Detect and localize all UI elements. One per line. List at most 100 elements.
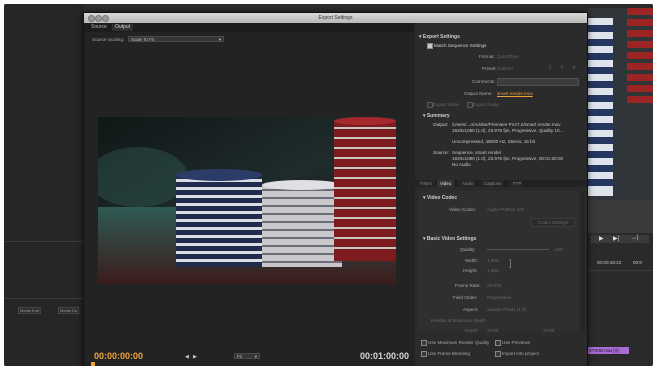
max-render-quality-label: Use Maximum Render Quality: [428, 340, 490, 345]
tab-output[interactable]: Output: [112, 24, 134, 31]
export-video-label: Export Video: [433, 102, 460, 107]
tab-video[interactable]: Video: [437, 180, 456, 187]
import-into-project-label: Import into project: [502, 351, 539, 356]
divider: [4, 298, 84, 299]
timeline-clip[interactable]: VTXHD.mov [V]: [587, 347, 629, 354]
height-label: Height:: [463, 268, 478, 273]
media-duration-column[interactable]: Media Du: [58, 307, 80, 314]
settings-tab-bar: Filters Video Audio Captions FTP: [415, 180, 587, 187]
summary-source-label: Source:: [433, 150, 449, 155]
zoom-window-button[interactable]: [102, 15, 109, 22]
aspect-label: Aspect:: [463, 307, 479, 312]
save-preset-icon[interactable]: ⇩: [548, 65, 552, 71]
tab-audio[interactable]: Audio: [459, 180, 478, 187]
playhead-handle[interactable]: [91, 362, 95, 366]
tab-captions[interactable]: Captions: [481, 180, 506, 187]
summary-source-line3: No Audio: [452, 162, 471, 167]
timeline-timecode-2: 00:0: [633, 260, 642, 265]
max-render-quality-checkbox[interactable]: [421, 340, 427, 346]
transport-controls: ▶ ▶| →|: [591, 235, 649, 243]
height-field[interactable]: 1,080: [487, 268, 499, 273]
start-timecode[interactable]: 00:00:00:00: [94, 351, 143, 361]
export-settings-title: Export Settings: [422, 34, 460, 40]
window-title: Export Settings: [318, 15, 353, 21]
tab-ftp[interactable]: FTP: [510, 180, 526, 187]
timeline-timecode: 00:00:49:22: [597, 260, 622, 265]
export-settings-header[interactable]: ▾ Export Settings: [419, 34, 460, 40]
minimize-window-button[interactable]: [95, 15, 102, 22]
source-scaling-label: Source Scaling:: [92, 37, 125, 42]
chevron-down-icon: ▾: [254, 354, 257, 359]
background-right-panel: ▶ ▶| →| 00:00:49:22 00:0 VTXHD.mov [V]: [587, 4, 653, 366]
settings-scrollbar[interactable]: [581, 191, 585, 331]
summary-source-line2: 1920x1080 (1.0), 23.976 fps, Progressive…: [452, 156, 564, 161]
play-icon[interactable]: ▶: [599, 235, 604, 242]
import-preset-icon[interactable]: ⇧: [560, 65, 564, 71]
output-name-label: Output Name:: [464, 91, 493, 96]
media-end-column[interactable]: Media End: [18, 307, 42, 314]
summary-title: Summary: [426, 113, 450, 119]
tab-source[interactable]: Source: [88, 24, 110, 31]
aspect-select[interactable]: Square Pixels (1.0): [487, 307, 526, 312]
delete-preset-icon[interactable]: ✕: [572, 65, 576, 71]
summary-header[interactable]: ▾ Summary: [423, 113, 450, 119]
field-order-select[interactable]: Progressive: [487, 295, 511, 300]
set-in-point-icon[interactable]: ◀: [185, 354, 189, 360]
zoom-fit-value: Fit: [237, 354, 242, 359]
background-video-preview: [587, 8, 653, 233]
width-label: Width:: [465, 258, 479, 263]
background-left-panel: Media End Media Du: [4, 4, 84, 366]
frame-rate-select[interactable]: 23.976: [487, 283, 501, 288]
divider: [4, 241, 84, 242]
basic-video-title: Basic Video Settings: [426, 236, 477, 242]
tab-filters[interactable]: Filters: [417, 180, 436, 187]
video-codec-header[interactable]: ▾ Video Codec: [423, 195, 457, 201]
summary-output-line3: Uncompressed, 48000 Hz, Stereo, 16 bit: [452, 139, 535, 144]
use-previews-label: Use Previews: [502, 340, 531, 345]
zoom-fit-select[interactable]: Fit ▾: [234, 353, 260, 359]
import-into-project-checkbox[interactable]: [495, 351, 501, 357]
screen-frame: Media End Media Du ▶ ▶| →| 00:00:49:22 0…: [4, 4, 653, 366]
width-field[interactable]: 1,920: [487, 258, 499, 263]
match-sequence-checkbox[interactable]: [427, 43, 433, 49]
quality-slider[interactable]: [487, 249, 549, 250]
depth-32-option[interactable]: 32 bit: [543, 328, 554, 333]
depth-24-option[interactable]: 24 bit: [487, 328, 498, 333]
go-to-out-icon[interactable]: →|: [631, 235, 639, 241]
use-previews-checkbox[interactable]: [495, 340, 501, 346]
summary-output-line1: /Users/...o/Adobe/Premiere Pro/7.0/smart…: [452, 122, 561, 127]
link-dimensions-icon[interactable]: ]: [509, 258, 512, 268]
preset-select[interactable]: Custom: [497, 66, 513, 71]
depth-label: Depth:: [465, 328, 479, 333]
basic-video-header[interactable]: ▾ Basic Video Settings: [423, 236, 476, 242]
video-codec-select[interactable]: Apple ProRes 422: [487, 207, 524, 212]
render-max-depth-label[interactable]: Render at Maximum Depth: [431, 318, 486, 323]
source-scaling-select[interactable]: Scale To Fit ▾: [128, 36, 224, 42]
preview-tab-bar: Source Output: [84, 23, 414, 32]
video-codec-title: Video Codec: [426, 195, 458, 201]
match-sequence-label: Match Sequence Settings: [434, 43, 487, 48]
codec-settings-button[interactable]: Codec Settings: [531, 218, 575, 227]
quality-value[interactable]: 100: [555, 247, 563, 252]
settings-pane: ▾ Export Settings Match Sequence Setting…: [415, 23, 587, 366]
comments-field[interactable]: [497, 78, 579, 86]
frame-rate-label: Frame Rate:: [455, 283, 481, 288]
summary-output-label: Output:: [433, 122, 449, 127]
source-scaling-value: Scale To Fit: [131, 37, 154, 42]
format-select[interactable]: QuickTime: [497, 54, 519, 59]
step-forward-icon[interactable]: ▶|: [613, 235, 619, 242]
bottom-options: Use Maximum Render Quality Use Previews …: [415, 334, 587, 366]
end-timecode[interactable]: 00:01:00:00: [360, 351, 409, 361]
set-out-point-icon[interactable]: ▶: [193, 354, 197, 360]
preview-pane: Source Output Source Scaling: Scale To F…: [84, 23, 414, 366]
divider: [587, 270, 653, 271]
close-window-button[interactable]: [88, 15, 95, 22]
frame-blending-label: Use Frame Blending: [428, 351, 470, 356]
format-label: Format:: [479, 54, 495, 59]
chevron-down-icon: ▾: [218, 37, 221, 42]
export-audio-label: Export Audio: [473, 102, 500, 107]
comments-label: Comments:: [472, 79, 496, 84]
quality-label: Quality:: [460, 247, 476, 252]
frame-blending-checkbox[interactable]: [421, 351, 427, 357]
output-name-link[interactable]: smart render.mov: [497, 91, 533, 96]
